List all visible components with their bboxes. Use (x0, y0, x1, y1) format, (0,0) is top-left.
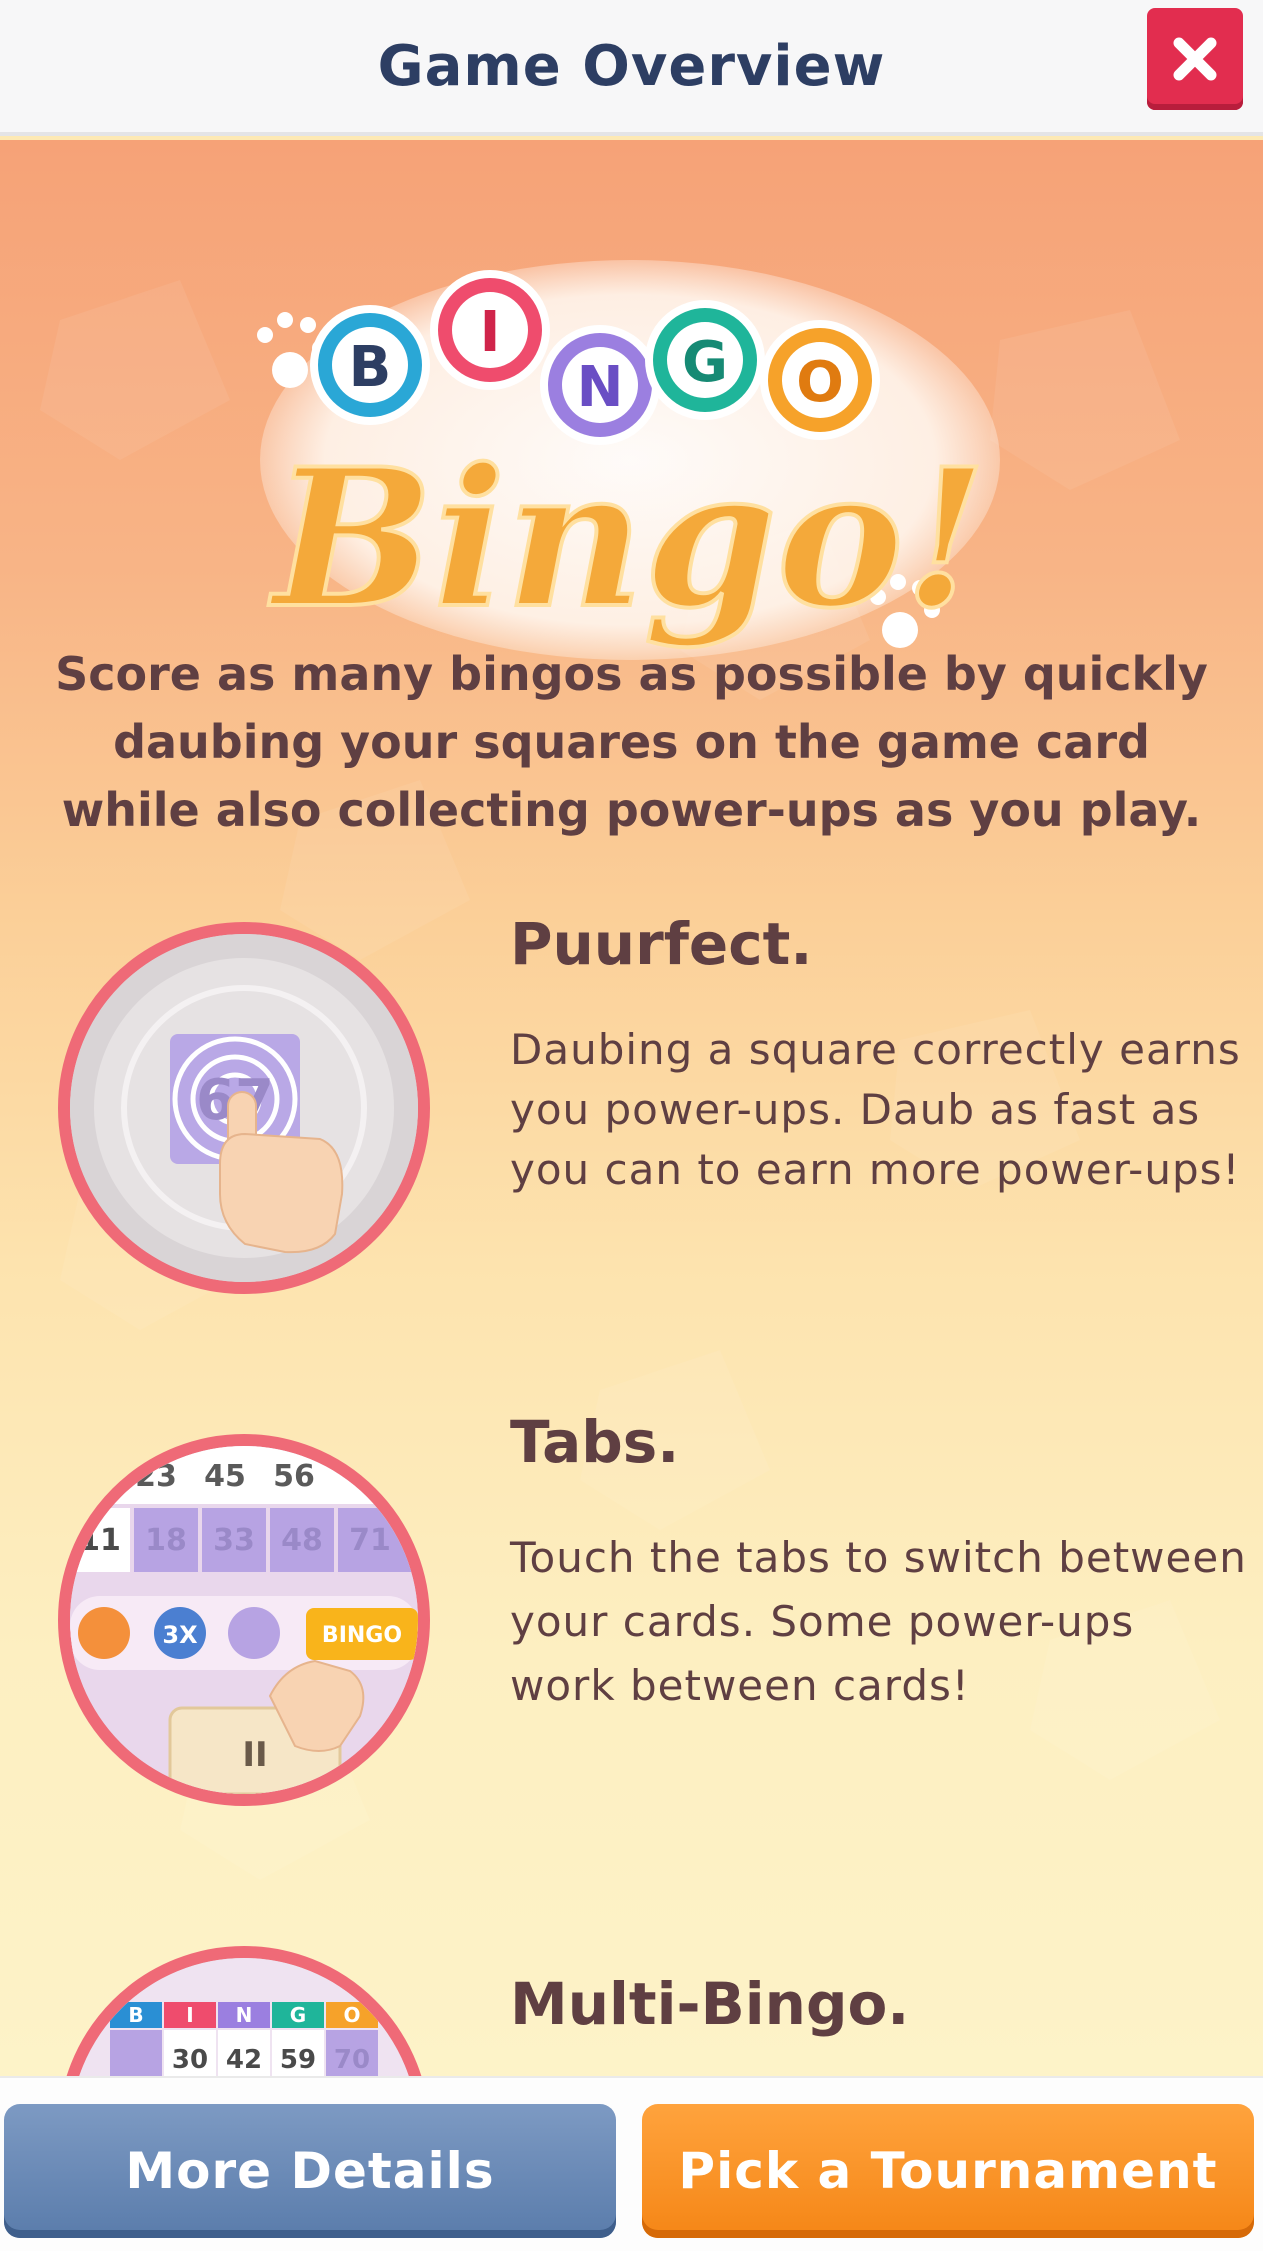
svg-text:42: 42 (226, 2045, 262, 2075)
close-icon (1173, 37, 1217, 81)
svg-text:II: II (242, 1735, 267, 1775)
header-bar: Game Overview (0, 0, 1263, 136)
svg-text:33: 33 (213, 1523, 255, 1558)
svg-text:O: O (343, 2003, 360, 2027)
tabs-illustration: 23 45 56 11 18 33 48 71 3X BINGO II (58, 1434, 430, 1806)
svg-text:11: 11 (79, 1523, 121, 1558)
svg-text:70: 70 (334, 2045, 370, 2075)
feature-desc-tabs: Touch the tabs to switch between your ca… (510, 1533, 1247, 1710)
feature-title-puurfect: Puurfect. (510, 910, 813, 978)
close-button[interactable] (1147, 8, 1243, 110)
svg-text:48: 48 (281, 1523, 323, 1558)
feature-title-tabs: Tabs. (510, 1408, 680, 1476)
game-description: Score as many bingos as possible by quic… (55, 647, 1208, 837)
svg-text:3X: 3X (162, 1621, 198, 1649)
ball-i: I (480, 300, 501, 365)
ball-n: N (577, 355, 624, 420)
feature-title-multi-bingo: Multi-Bingo. (510, 1970, 910, 2038)
svg-text:BINGO: BINGO (322, 1623, 402, 1648)
svg-text:23: 23 (135, 1459, 177, 1494)
svg-text:18: 18 (145, 1523, 187, 1558)
svg-text:71: 71 (349, 1523, 391, 1558)
overview-content[interactable]: B I N G O Bingo! Score as many bingos as… (0, 140, 1263, 2076)
svg-text:B: B (128, 2003, 143, 2027)
ball-g: G (682, 330, 728, 395)
bingo-wordmark: Bingo! (268, 427, 987, 650)
svg-text:G: G (290, 2003, 306, 2027)
svg-text:56: 56 (273, 1459, 315, 1494)
puurfect-illustration: 67 (58, 922, 430, 1294)
svg-text:30: 30 (172, 2045, 208, 2075)
svg-text:59: 59 (280, 2045, 316, 2075)
ball-o: O (796, 350, 844, 415)
more-details-button[interactable]: More Details (4, 2104, 616, 2238)
footer-bar: More Details Pick a Tournament (0, 2076, 1263, 2251)
svg-text:I: I (186, 2003, 193, 2027)
page-title: Game Overview (377, 33, 886, 99)
pick-tournament-button[interactable]: Pick a Tournament (642, 2104, 1254, 2238)
ball-b: B (349, 335, 392, 400)
feature-desc-puurfect: Daubing a square correctly earns you pow… (510, 1025, 1241, 1194)
svg-text:N: N (236, 2003, 253, 2027)
svg-text:45: 45 (204, 1459, 246, 1494)
